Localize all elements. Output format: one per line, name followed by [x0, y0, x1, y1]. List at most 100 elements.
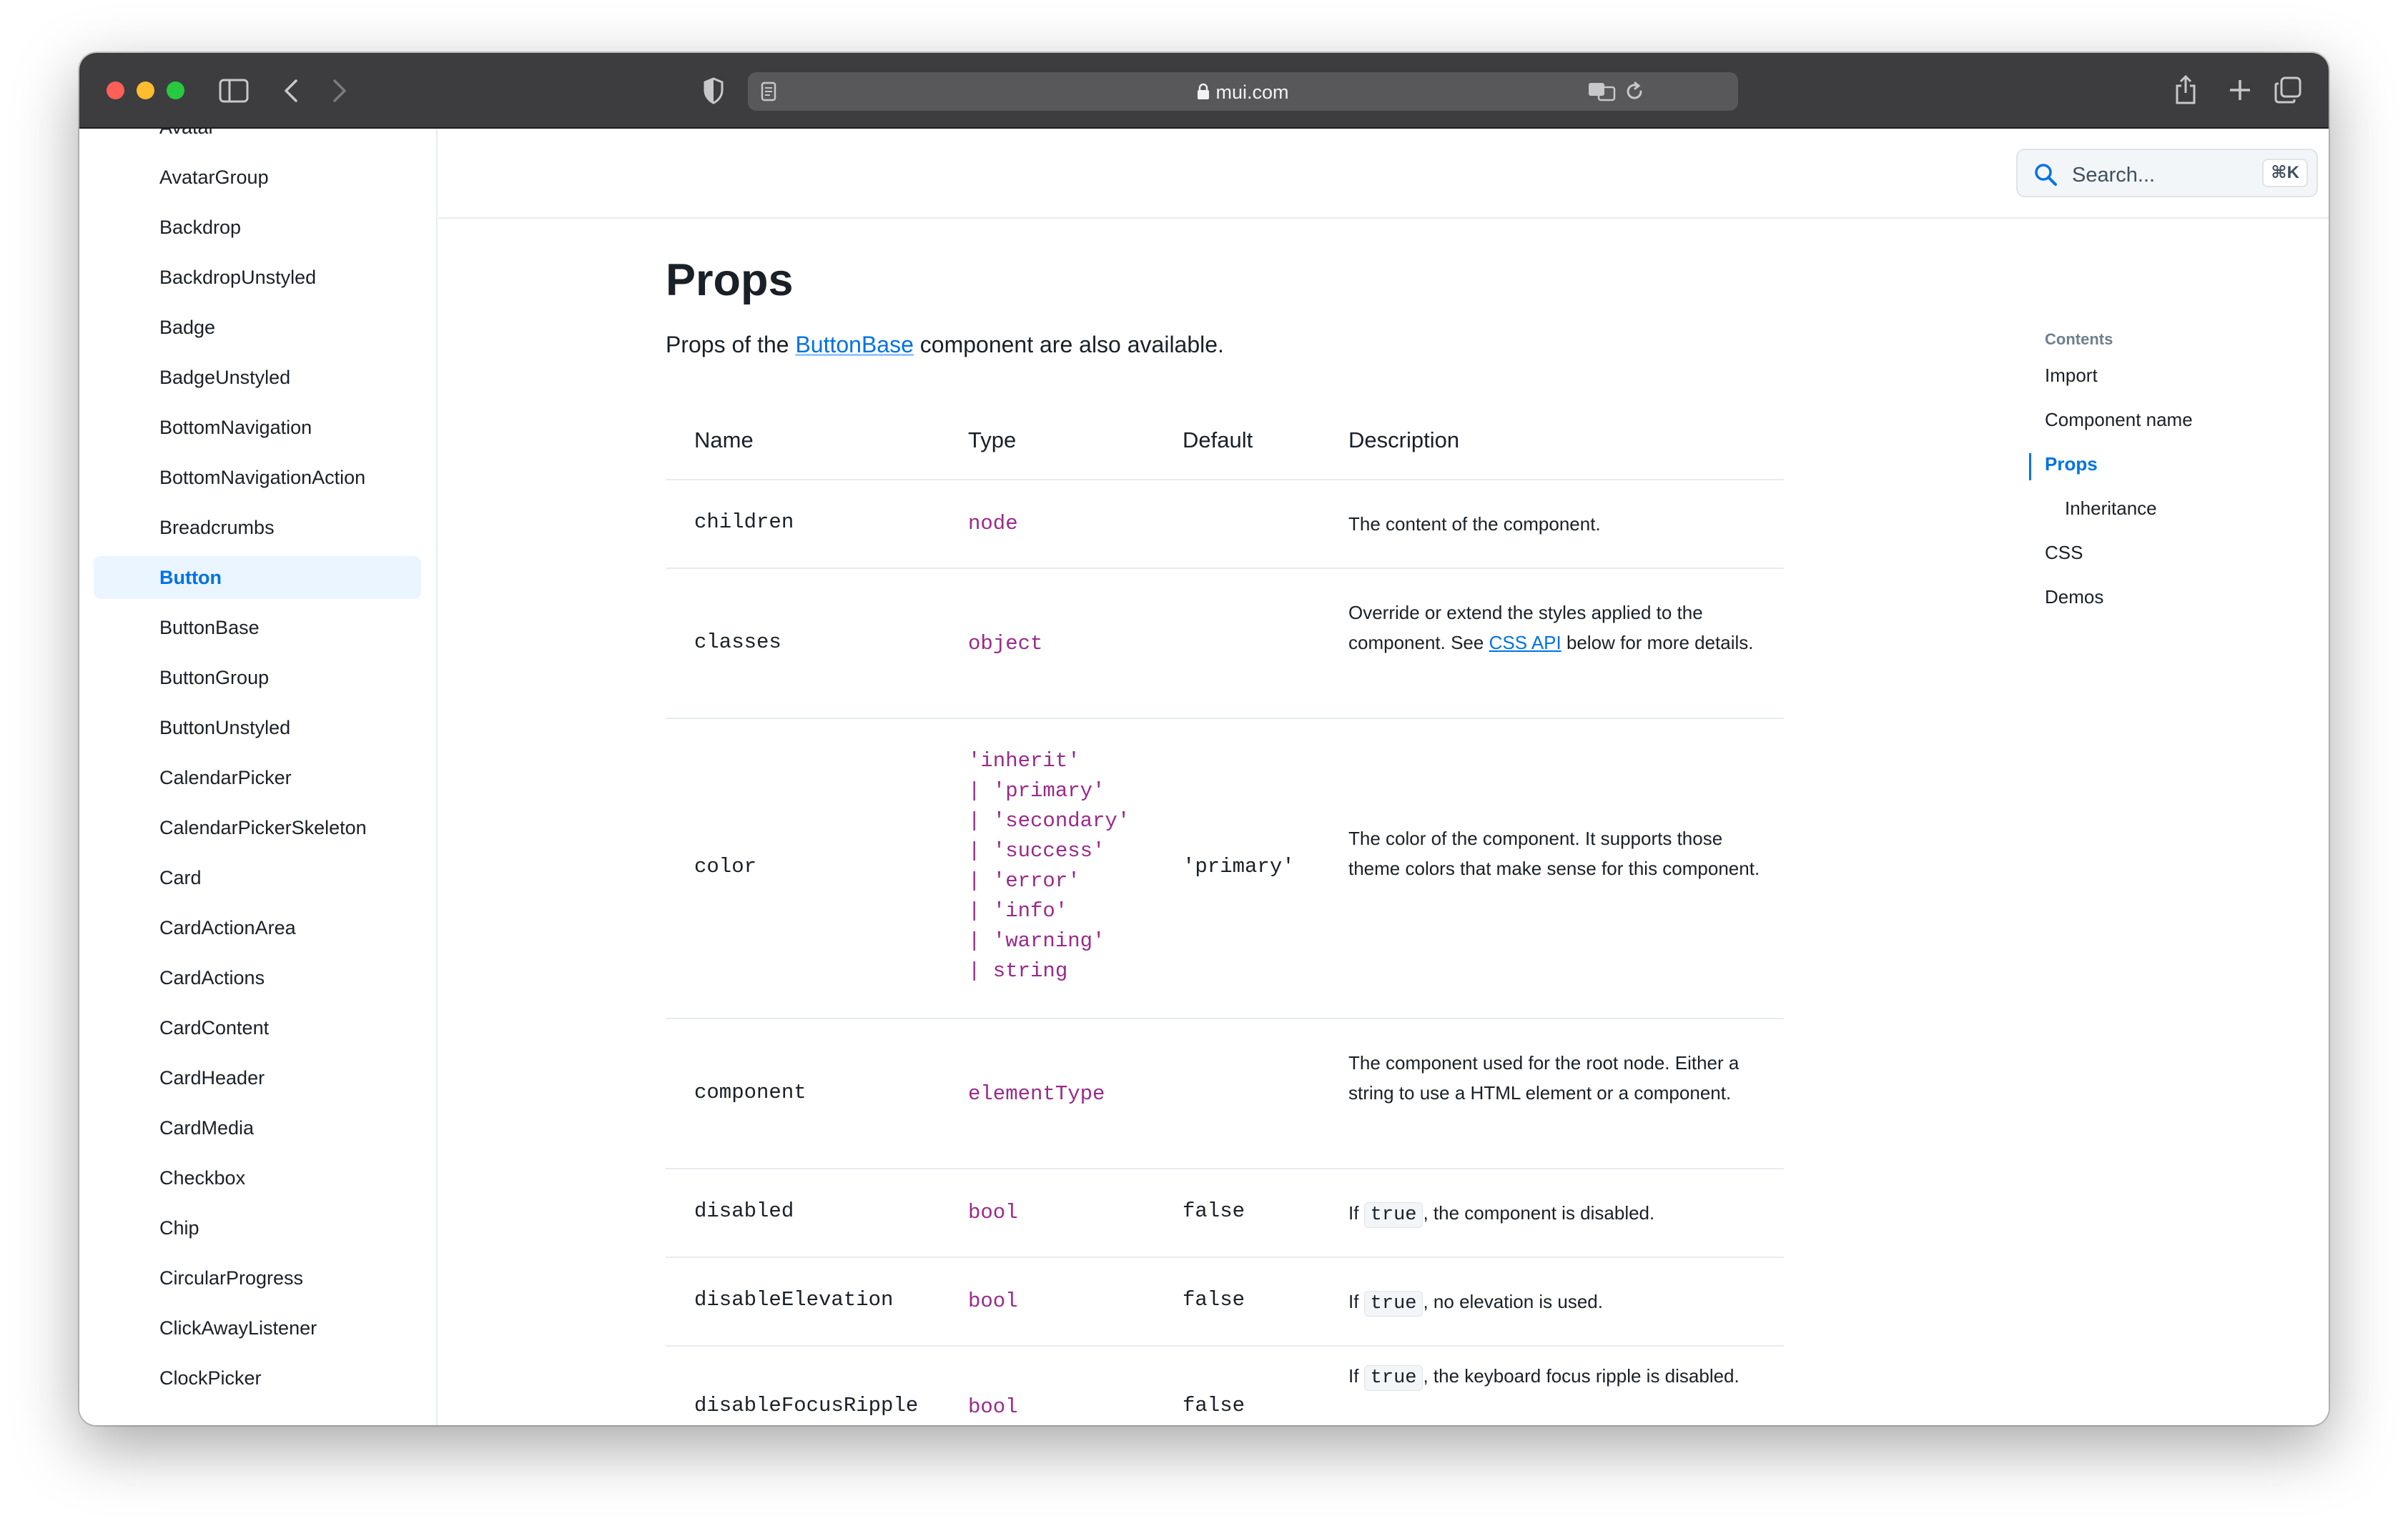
- type-option: | 'error': [968, 869, 1080, 893]
- sidebar-item-bottom-navigation-action[interactable]: BottomNavigationAction: [94, 456, 421, 499]
- url-label: mui.com: [1215, 81, 1289, 103]
- css-api-link[interactable]: CSS API: [1489, 632, 1561, 653]
- toc-item-demos[interactable]: Demos: [2045, 586, 2103, 608]
- sidebar-item-card-media[interactable]: CardMedia: [94, 1106, 421, 1149]
- toc-item-import[interactable]: Import: [2045, 365, 2098, 387]
- minimize-window-button[interactable]: [137, 81, 154, 99]
- search-shortcut: ⌘K: [2262, 159, 2308, 187]
- toc-item-component-name[interactable]: Component name: [2045, 409, 2193, 431]
- prop-default: false: [1183, 1394, 1245, 1417]
- sidebar-item-backdrop-unstyled[interactable]: BackdropUnstyled: [94, 256, 421, 299]
- type-option: 'inherit': [968, 749, 1080, 773]
- sidebar-item-card-content[interactable]: CardContent: [94, 1006, 421, 1049]
- prop-default: false: [1183, 1288, 1245, 1312]
- sidebar-item-avatar[interactable]: Avatar: [94, 129, 421, 149]
- prop-description: The content of the component.: [1348, 513, 1601, 535]
- share-icon[interactable]: [2174, 74, 2197, 104]
- zoom-window-button[interactable]: [167, 81, 184, 99]
- sidebar-item-bottom-navigation[interactable]: BottomNavigation: [94, 406, 421, 449]
- column-header-name: Name: [694, 427, 754, 452]
- description-text: , the keyboard focus ripple is disabled.: [1423, 1365, 1740, 1387]
- toc-item-props[interactable]: Props: [2045, 453, 2098, 475]
- prop-description: The component used for the root node. Ei…: [1348, 1052, 1740, 1104]
- sidebar-item-avatar-group[interactable]: AvatarGroup: [94, 156, 421, 199]
- inline-code: true: [1363, 1365, 1423, 1391]
- description-text: , the component is disabled.: [1423, 1202, 1655, 1224]
- type-option: | 'info': [968, 899, 1068, 923]
- table-row: color 'inherit' | 'primary' | 'secondary…: [666, 719, 1784, 1019]
- close-window-button[interactable]: [107, 81, 124, 99]
- prop-type: bool: [968, 1289, 1018, 1313]
- sidebar-item-chip[interactable]: Chip: [94, 1207, 421, 1249]
- prop-description: Override or extend the styles applied to…: [1348, 598, 1763, 658]
- prop-type: 'inherit' | 'primary' | 'secondary' | 's…: [968, 746, 1130, 986]
- prop-description: The color of the component. It supports …: [1348, 828, 1760, 879]
- description-text: below for more details.: [1561, 632, 1754, 653]
- search-input[interactable]: Search... ⌘K: [2016, 149, 2318, 197]
- prop-name: component: [694, 1081, 806, 1104]
- prop-description: If true, the keyboard focus ripple is di…: [1348, 1361, 1763, 1391]
- address-bar[interactable]: mui.com: [748, 72, 1738, 111]
- table-row: children node The content of the compone…: [666, 480, 1784, 569]
- sidebar-toggle-icon[interactable]: [219, 79, 249, 103]
- sidebar-item-button-unstyled[interactable]: ButtonUnstyled: [94, 706, 421, 749]
- toc-title: Contents: [2045, 330, 2113, 348]
- toc-active-marker: [2029, 453, 2031, 480]
- reload-icon[interactable]: [1624, 81, 1645, 102]
- forward-icon[interactable]: [332, 79, 347, 103]
- prop-name: disabled: [694, 1199, 794, 1223]
- sidebar-item-breadcrumbs[interactable]: Breadcrumbs: [94, 506, 421, 549]
- prop-default: false: [1183, 1199, 1245, 1223]
- type-option: | 'primary': [968, 779, 1105, 803]
- docs-header: Search... ⌘K 2: [439, 129, 2329, 219]
- sidebar-item-badge[interactable]: Badge: [94, 306, 421, 349]
- column-header-type: Type: [968, 427, 1017, 452]
- prop-name: children: [694, 510, 794, 534]
- privacy-shield-icon[interactable]: [703, 77, 724, 104]
- search-placeholder: Search...: [2072, 164, 2156, 187]
- inline-code: true: [1363, 1202, 1423, 1228]
- inline-code: true: [1363, 1291, 1423, 1317]
- toc-item-inheritance[interactable]: Inheritance: [2065, 497, 2157, 520]
- sidebar-item-badge-unstyled[interactable]: BadgeUnstyled: [94, 356, 421, 399]
- buttonbase-link[interactable]: ButtonBase: [795, 332, 913, 357]
- page-content: Avatar AvatarGroup Backdrop BackdropUnstyle…: [79, 129, 2329, 1425]
- sidebar-item-checkbox[interactable]: Checkbox: [94, 1156, 421, 1199]
- prop-type: object: [968, 632, 1043, 655]
- table-row: classes object Override or extend the st…: [666, 569, 1784, 719]
- sidebar-item-card-actions[interactable]: CardActions: [94, 956, 421, 999]
- translate-page-icon[interactable]: [1588, 81, 1617, 102]
- sidebar-item-card[interactable]: Card: [94, 856, 421, 899]
- lock-icon: [1197, 83, 1210, 105]
- back-icon[interactable]: [283, 79, 299, 103]
- sidebar-item-click-away-listener[interactable]: ClickAwayListener: [94, 1307, 421, 1349]
- table-row: disableFocusRipple bool false If true, t…: [666, 1347, 1784, 1425]
- description-text: , no elevation is used.: [1423, 1291, 1603, 1312]
- sidebar-item-card-header[interactable]: CardHeader: [94, 1056, 421, 1099]
- sidebar-item-clock-picker[interactable]: ClockPicker: [94, 1357, 421, 1399]
- new-tab-icon[interactable]: [2229, 79, 2251, 101]
- sidebar-item-button-base[interactable]: ButtonBase: [94, 606, 421, 649]
- browser-toolbar: mui.com: [79, 53, 2329, 129]
- toc-item-css[interactable]: CSS: [2045, 542, 2083, 564]
- sidebar-item-backdrop[interactable]: Backdrop: [94, 206, 421, 249]
- sidebar-item-circular-progress[interactable]: CircularProgress: [94, 1257, 421, 1299]
- sidebar-item-calendar-picker[interactable]: CalendarPicker: [94, 756, 421, 799]
- type-option: | 'secondary': [968, 809, 1130, 833]
- page-title: Props: [666, 255, 794, 305]
- table-header: Name Type Default Description: [666, 405, 1784, 480]
- search-icon: [2033, 162, 2058, 190]
- column-header-description: Description: [1348, 427, 1460, 452]
- table-row: disabled bool false If true, the compone…: [666, 1169, 1784, 1258]
- sidebar-item-button[interactable]: Button: [94, 556, 421, 599]
- sidebar-item-card-action-area[interactable]: CardActionArea: [94, 906, 421, 949]
- prop-type: bool: [968, 1201, 1018, 1224]
- tab-overview-icon[interactable]: [2274, 76, 2301, 104]
- sidebar-item-button-group[interactable]: ButtonGroup: [94, 656, 421, 699]
- description-text: If: [1348, 1365, 1364, 1387]
- sidebar-item-calendar-picker-skeleton[interactable]: CalendarPickerSkeleton: [94, 806, 421, 849]
- prop-type: bool: [968, 1395, 1018, 1419]
- column-header-default: Default: [1183, 427, 1253, 452]
- prop-type: elementType: [968, 1082, 1105, 1106]
- description-text: If: [1348, 1291, 1364, 1312]
